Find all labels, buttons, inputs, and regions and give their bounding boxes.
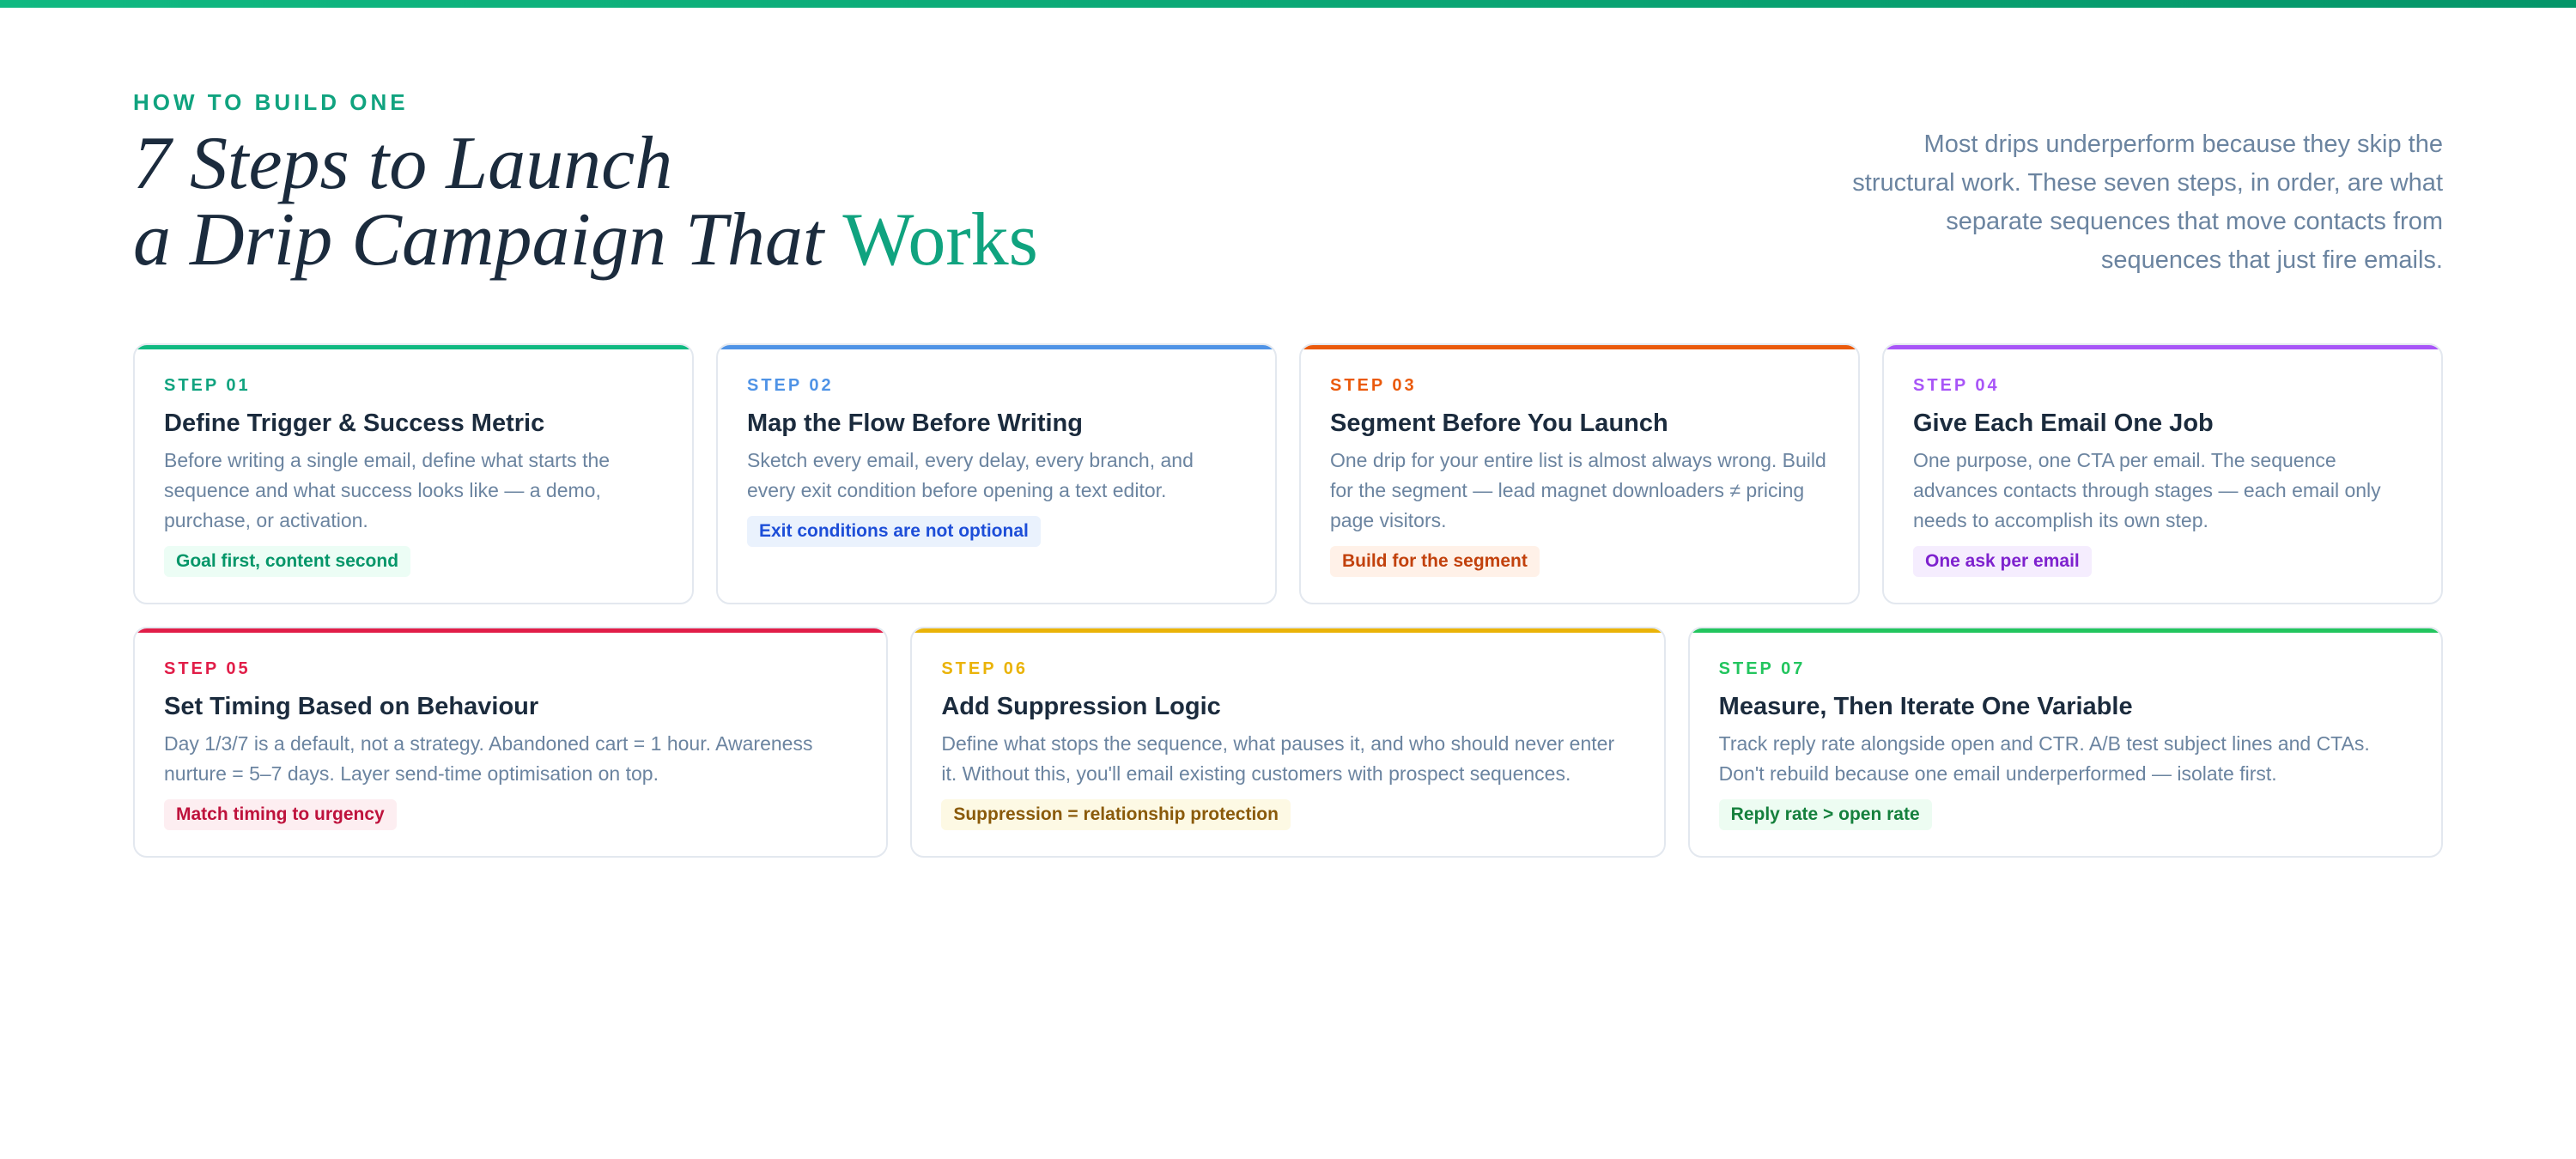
intro-paragraph: Most drips underperform because they ski… (1852, 130, 2443, 274)
step-title: Segment Before You Launch (1330, 410, 1668, 437)
step-label: STEP 01 (164, 376, 251, 395)
step-tag: Exit conditions are not optional (747, 516, 1041, 547)
step-tag: Goal first, content second (164, 546, 411, 577)
step-card-01: STEP 01 Define Trigger & Success Metric … (133, 343, 694, 604)
step-card-05: STEP 05 Set Timing Based on Behaviour Da… (133, 627, 889, 858)
step-title: Give Each Email One Job (1913, 410, 2214, 437)
step-description: One drip for your entire list is almost … (1330, 449, 1826, 531)
step-card-03: STEP 03 Segment Before You Launch One dr… (1299, 343, 1860, 604)
step-tag: Match timing to urgency (164, 799, 397, 830)
step-title: Measure, Then Iterate One Variable (1718, 693, 2133, 720)
step-description: One purpose, one CTA per email. The sequ… (1913, 449, 2381, 531)
step-tag: Suppression = relationship protection (941, 799, 1291, 830)
step-title: Set Timing Based on Behaviour (164, 693, 539, 720)
steps-row-1: STEP 01 Define Trigger & Success Metric … (133, 343, 2443, 604)
step-description: Define what stops the sequence, what pau… (941, 732, 1615, 785)
step-card-06: STEP 06 Add Suppression Logic Define wha… (910, 627, 1666, 858)
step-tag: One ask per email (1913, 546, 2092, 577)
eyebrow-label: HOW TO BUILD ONE (133, 89, 409, 115)
step-description: Sketch every email, every delay, every b… (747, 449, 1194, 501)
page-header: HOW TO BUILD ONE 7 Steps to Launch a Dri… (133, 89, 2443, 287)
step-label: STEP 05 (164, 659, 251, 678)
step-label: STEP 02 (747, 376, 834, 395)
top-accent-bar (0, 0, 2576, 8)
step-description: Before writing a single email, define wh… (164, 449, 611, 531)
page-title-line-2: a Drip Campaign That (133, 198, 843, 282)
step-card-04: STEP 04 Give Each Email One Job One purp… (1882, 343, 2443, 604)
steps-row-2: STEP 05 Set Timing Based on Behaviour Da… (133, 627, 2443, 858)
step-label: STEP 03 (1330, 376, 1417, 395)
step-card-02: STEP 02 Map the Flow Before Writing Sket… (716, 343, 1277, 604)
step-label: STEP 06 (941, 659, 1029, 678)
step-description: Track reply rate alongside open and CTR.… (1718, 732, 2370, 785)
step-label: STEP 07 (1718, 659, 1806, 678)
step-tag: Build for the segment (1330, 546, 1540, 577)
step-tag: Reply rate > open rate (1718, 799, 1932, 830)
page-title-line-1: 7 Steps to Launch (133, 122, 673, 205)
page-title: 7 Steps to Launch a Drip Campaign That W… (133, 125, 1038, 278)
step-title: Map the Flow Before Writing (747, 410, 1083, 437)
step-description: Day 1/3/7 is a default, not a strategy. … (164, 732, 813, 785)
step-card-07: STEP 07 Measure, Then Iterate One Variab… (1687, 627, 2443, 858)
step-title: Add Suppression Logic (941, 693, 1221, 720)
step-label: STEP 04 (1913, 376, 2000, 395)
page-title-accent-word: Works (842, 198, 1038, 282)
step-title: Define Trigger & Success Metric (164, 410, 545, 437)
